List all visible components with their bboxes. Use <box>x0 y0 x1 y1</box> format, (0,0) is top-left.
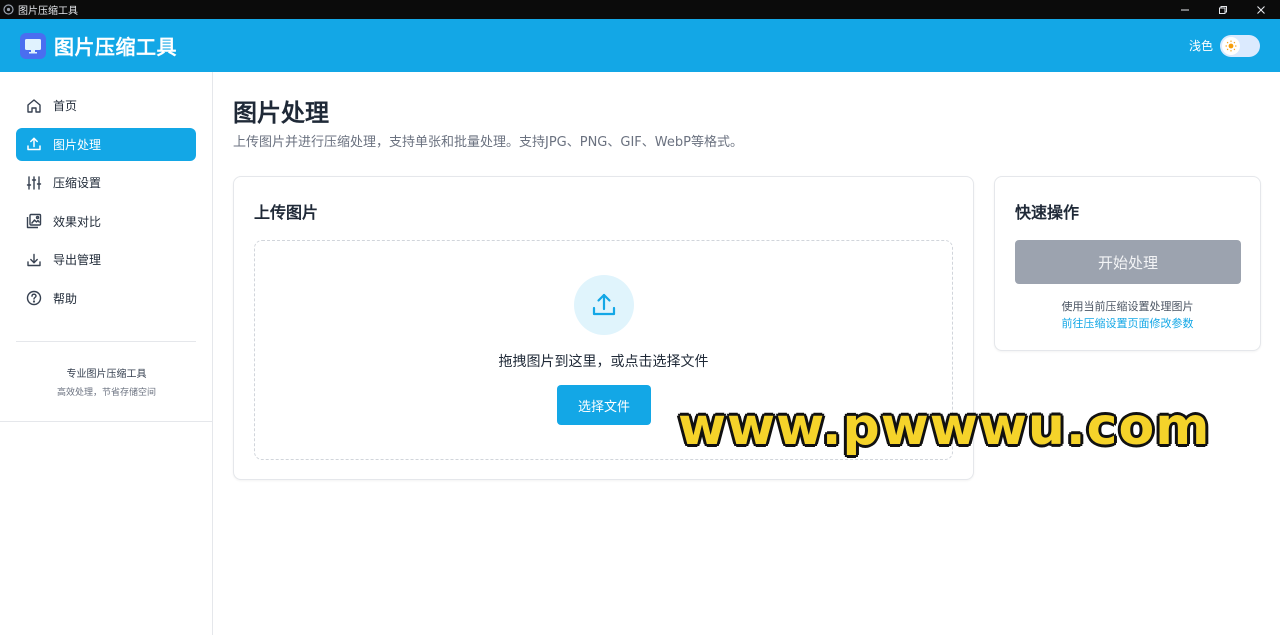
dropzone-text: 拖拽图片到这里，或点击选择文件 <box>498 354 709 370</box>
window-title: 图片压缩工具 <box>18 6 78 17</box>
sliders-icon <box>26 175 42 191</box>
image-compare-icon <box>26 213 42 229</box>
restore-icon <box>1219 5 1227 14</box>
quick-actions-card: 快速操作 开始处理 使用当前压缩设置处理图片 前往压缩设置页面修改参数 <box>994 176 1261 351</box>
start-processing-button[interactable]: 开始处理 <box>1015 240 1241 284</box>
app-header: 图片压缩工具 浅色 <box>0 19 1280 72</box>
upload-icon <box>574 275 634 335</box>
restore-button[interactable] <box>1204 0 1242 19</box>
brand-logo-icon <box>20 32 46 59</box>
sidebar-item-export-management[interactable]: 导出管理 <box>16 243 196 276</box>
close-icon <box>1257 5 1265 14</box>
choose-file-button[interactable]: 选择文件 <box>557 385 651 425</box>
sidebar-item-label: 压缩设置 <box>53 176 102 190</box>
sidebar-item-home[interactable]: 首页 <box>16 89 196 122</box>
sidebar-item-image-processing[interactable]: 图片处理 <box>16 127 196 161</box>
sidebar-item-compression-settings[interactable]: 压缩设置 <box>16 166 196 199</box>
home-icon <box>26 98 42 114</box>
sidebar-item-label: 首页 <box>53 99 78 113</box>
quick-actions-title: 快速操作 <box>1015 203 1080 222</box>
window-titlebar: 图片压缩工具 <box>0 0 1280 19</box>
sidebar-item-label: 效果对比 <box>53 214 102 229</box>
sidebar-divider <box>16 341 196 342</box>
sidebar: 首页 图片处理 压缩设置 效果对比 导出管理 帮助 专业图片压缩工具 高效处理，… <box>0 72 213 635</box>
app-icon <box>3 4 14 15</box>
theme-label: 浅色 <box>1188 39 1213 53</box>
help-icon <box>26 290 42 306</box>
compression-settings-link[interactable]: 前往压缩设置页面修改参数 <box>995 315 1260 331</box>
sidebar-item-label: 图片处理 <box>53 137 102 152</box>
page-title: 图片处理 <box>233 99 329 127</box>
sidebar-item-label: 导出管理 <box>53 253 102 267</box>
sidebar-footer: 专业图片压缩工具 高效处理，节省存储空间 <box>0 365 213 398</box>
sidebar-item-effect-comparison[interactable]: 效果对比 <box>16 205 196 238</box>
close-button[interactable] <box>1242 0 1280 19</box>
sidebar-item-label: 帮助 <box>53 291 78 306</box>
sidebar-footer-title: 专业图片压缩工具 <box>66 369 147 380</box>
minimize-button[interactable] <box>1166 0 1204 19</box>
sidebar-item-help[interactable]: 帮助 <box>16 282 196 315</box>
upload-icon <box>26 136 42 152</box>
sidebar-footer-subtitle: 高效处理，节省存储空间 <box>56 388 156 398</box>
sun-icon <box>1222 36 1240 55</box>
download-icon <box>26 252 42 268</box>
page-description: 上传图片并进行压缩处理，支持单张和批量处理。支持JPG、PNG、GIF、WebP… <box>233 135 743 150</box>
minimize-icon <box>1181 9 1189 10</box>
sidebar-nav: 首页 图片处理 压缩设置 效果对比 导出管理 帮助 <box>16 89 196 320</box>
brand-title: 图片压缩工具 <box>54 35 177 59</box>
theme-switcher: 浅色 <box>1188 34 1260 57</box>
upload-card-title: 上传图片 <box>254 203 319 222</box>
sidebar-bottom-divider <box>0 421 213 422</box>
theme-toggle[interactable] <box>1220 34 1260 57</box>
watermark-text: www.pwwwu.com <box>678 397 1211 457</box>
quick-actions-hint: 使用当前压缩设置处理图片 <box>1061 300 1194 313</box>
